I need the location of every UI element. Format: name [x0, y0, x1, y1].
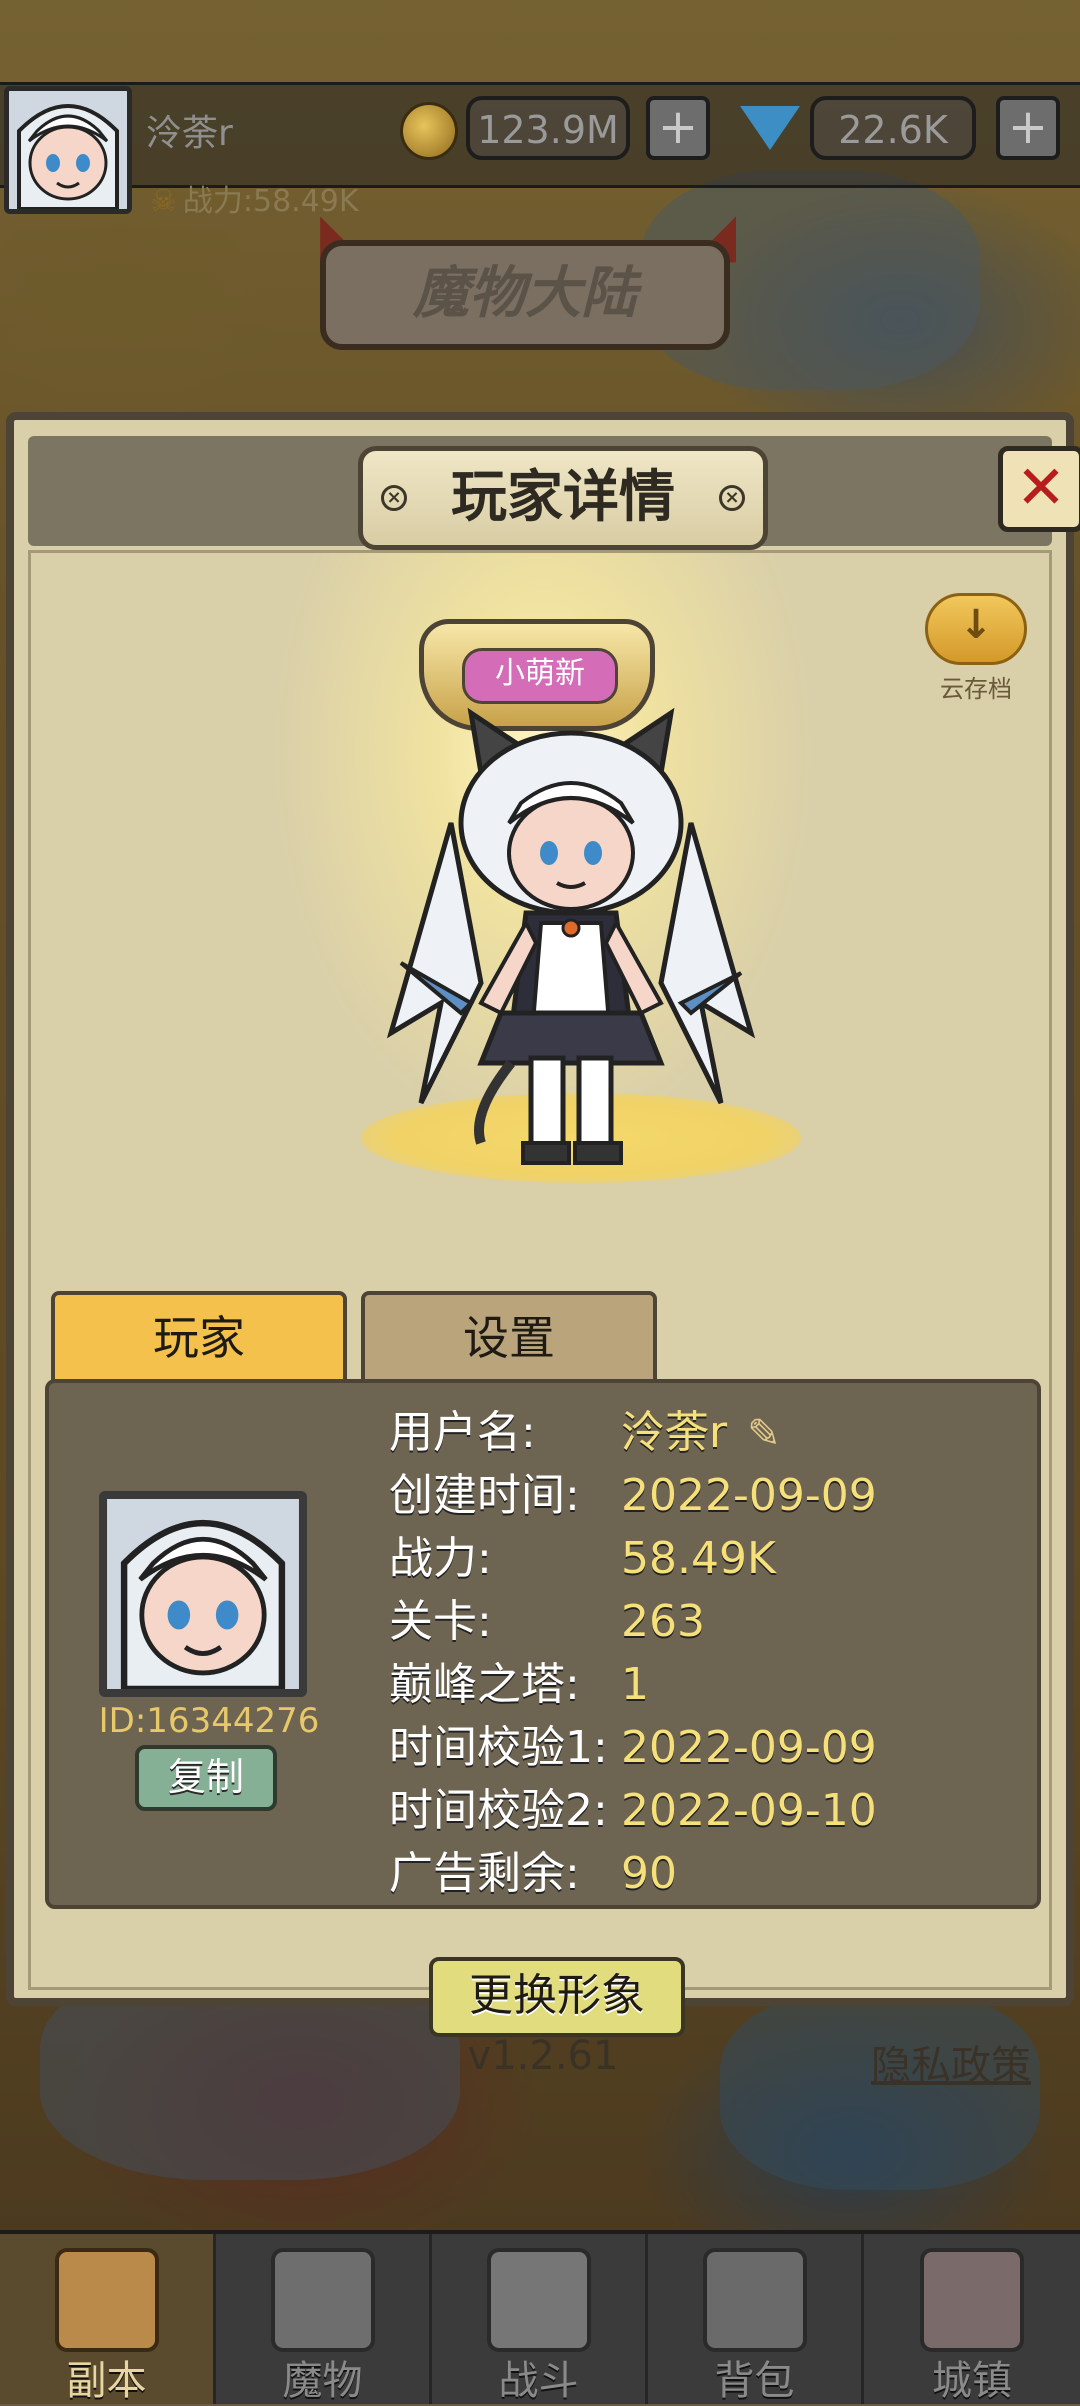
nav-label: 魔物 [282, 2358, 363, 2404]
change-avatar-button[interactable]: 更换形象 [429, 1957, 685, 2037]
region-banner: 魔物大陆 [320, 240, 730, 350]
skull-icon: ☠ [150, 184, 177, 219]
info-value: 2022-09-09 [621, 1722, 877, 1773]
diamond-icon [740, 106, 800, 150]
bolt-icon: × [719, 485, 745, 511]
monster-helmet-icon [270, 2248, 375, 2352]
add-gold-button[interactable]: + [646, 96, 710, 160]
bolt-icon: × [381, 485, 407, 511]
info-label: 战力: [389, 1533, 492, 1584]
rank-label: 小萌新 [462, 648, 618, 704]
cloud-save-button[interactable]: 云存档 [921, 593, 1031, 703]
close-button[interactable]: ✕ [998, 446, 1080, 532]
info-row-time-check-1: 时间校验1: 2022-09-09 [389, 1718, 877, 1778]
info-row-power: 战力: 58.49K [389, 1529, 776, 1589]
player-portrait [99, 1491, 307, 1697]
gold-amount: 123.9M [466, 96, 630, 160]
info-label: 时间校验2: [389, 1785, 608, 1836]
player-details-dialog: × 玩家详情 × ✕ 云存档 小萌新 [6, 412, 1080, 2089]
info-label: 广告剩余: [389, 1848, 580, 1899]
copy-id-button[interactable]: 复制 [135, 1745, 277, 1811]
tab-settings[interactable]: 设置 [361, 1291, 657, 1387]
dialog-title-plate: × 玩家详情 × [358, 446, 768, 550]
player-name: 泠荼r [146, 113, 233, 154]
info-label: 用户名: [389, 1407, 536, 1458]
info-row-time-check-2: 时间校验2: 2022-09-10 [389, 1781, 877, 1841]
nav-item-town[interactable]: 城镇 [864, 2234, 1080, 2404]
gem-amount: 22.6K [810, 96, 976, 160]
info-label: 巅峰之塔: [389, 1659, 580, 1710]
info-value: 58.49K [621, 1533, 776, 1584]
nav-label: 背包 [714, 2358, 795, 2404]
privacy-policy-link[interactable]: 隐私政策 [871, 2033, 1031, 2091]
tab-player[interactable]: 玩家 [51, 1291, 347, 1387]
character-sprite [386, 707, 756, 1165]
crossed-swords-icon [486, 2248, 591, 2352]
dialog-header: × 玩家详情 × ✕ [28, 436, 1080, 550]
info-value: 泠荼r [621, 1407, 728, 1458]
info-row-ads-remaining: 广告剩余: 90 [389, 1844, 677, 1904]
bottom-navigation: 副本 魔物 战斗 背包 城镇 [0, 2230, 1080, 2404]
nav-label: 城镇 [932, 2358, 1012, 2404]
info-label: 创建时间: [389, 1470, 580, 1521]
info-row-username: 用户名: 泠荼r ✎ [389, 1403, 781, 1463]
player-id: ID:16344276 [98, 1701, 320, 1741]
nav-label: 副本 [66, 2358, 147, 2404]
nav-item-battle[interactable]: 战斗 [432, 2234, 648, 2404]
info-value: 2022-09-10 [621, 1785, 877, 1836]
nav-item-dungeon[interactable]: 副本 [0, 2234, 216, 2404]
map-scroll-icon [54, 2248, 159, 2352]
info-label: 关卡: [389, 1596, 492, 1647]
cloud-save-label: 云存档 [940, 675, 1012, 703]
info-label: 时间校验1: [389, 1722, 608, 1773]
info-value: 2022-09-09 [621, 1470, 877, 1521]
add-gem-button[interactable]: + [996, 96, 1060, 160]
shop-building-icon [920, 2248, 1024, 2352]
pencil-icon[interactable]: ✎ [747, 1404, 781, 1464]
nav-item-monsters[interactable]: 魔物 [216, 2234, 432, 2404]
backpack-icon [702, 2248, 807, 2352]
nav-item-backpack[interactable]: 背包 [648, 2234, 864, 2404]
info-value: 263 [621, 1596, 705, 1647]
gold-coin-icon [400, 102, 458, 160]
info-row-tower: 巅峰之塔: 1 [389, 1655, 649, 1715]
info-row-created: 创建时间: 2022-09-09 [389, 1466, 877, 1526]
cloud-download-icon [925, 593, 1027, 665]
dialog-title: 玩家详情 [451, 465, 675, 530]
nav-label: 战斗 [498, 2358, 579, 2404]
info-row-stage: 关卡: 263 [389, 1592, 705, 1652]
dialog-body: 云存档 小萌新 [28, 550, 1052, 2089]
player-avatar[interactable] [4, 86, 132, 214]
info-value: 1 [621, 1659, 649, 1710]
player-info-panel: ID:16344276 复制 用户名: 泠荼r ✎ 创建时间: 2022-09-09 … [45, 1379, 1041, 1909]
info-value: 90 [621, 1848, 677, 1899]
